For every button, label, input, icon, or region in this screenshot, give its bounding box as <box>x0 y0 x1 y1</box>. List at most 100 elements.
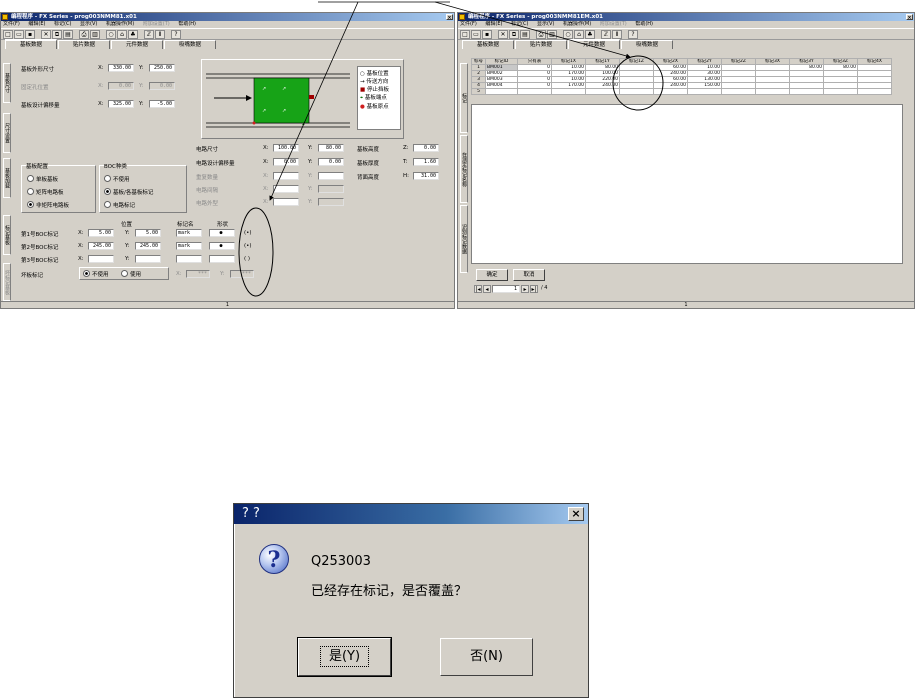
radio-boc-board[interactable]: 基板/各基板标记 <box>104 188 153 196</box>
machine-icon[interactable]: ⌂ <box>574 30 584 39</box>
paste-icon[interactable]: ▤ <box>63 30 73 39</box>
table-cell[interactable] <box>721 88 756 95</box>
radio-matrix-board[interactable]: 矩阵电路板 <box>27 188 64 196</box>
tab-nozzle-data[interactable]: 吸嘴数据 <box>164 40 217 49</box>
table-cell[interactable] <box>653 88 688 95</box>
menu-edit[interactable]: 编辑(E) <box>485 21 502 27</box>
table-row[interactable]: 5 <box>471 88 892 95</box>
board-outline-y-input[interactable]: 250.00 <box>149 64 175 72</box>
yes-button[interactable]: 是(Y) <box>297 637 392 677</box>
mark-row-3-shape[interactable] <box>209 255 235 263</box>
radio-boc-none[interactable]: 不使用 <box>104 175 130 183</box>
print-icon[interactable]: ⎙ <box>536 30 546 39</box>
cancel-button[interactable]: 取消 <box>513 269 545 281</box>
ok-button[interactable]: 确定 <box>476 269 508 281</box>
repeat-y-input[interactable] <box>318 172 344 180</box>
circuit-offset-y-input[interactable]: 0.00 <box>318 158 344 166</box>
tree-icon[interactable]: ♣ <box>128 30 138 39</box>
mark-row-3-y-input[interactable] <box>135 255 161 263</box>
tab-nozzle-data[interactable]: 吸嘴数据 <box>621 40 674 49</box>
open-icon[interactable]: ▭ <box>471 30 481 39</box>
menu-machine[interactable]: 机器操作(M) <box>563 21 591 27</box>
grid-icon[interactable]: Ⅱ <box>612 30 622 39</box>
table-cell[interactable] <box>517 88 552 95</box>
preview-icon[interactable]: ▥ <box>547 30 557 39</box>
circuit-size-y-input[interactable]: 80.00 <box>318 144 344 152</box>
mark-row-2-x-input[interactable]: 245.00 <box>88 242 114 250</box>
bulb-icon[interactable]: ○ <box>563 30 573 39</box>
mark-row-3-option[interactable]: ( ) <box>244 256 250 262</box>
circuit-offset-x-input[interactable]: 0.00 <box>273 158 299 166</box>
board-offset-x-input[interactable]: 325.00 <box>108 100 134 108</box>
tab-placement-data[interactable]: 贴片数据 <box>515 40 568 49</box>
cut-icon[interactable]: ✕ <box>41 30 51 39</box>
radio-single-board[interactable]: 单板基板 <box>27 175 58 183</box>
table-cell[interactable] <box>585 88 620 95</box>
no-button[interactable]: 否(N) <box>440 638 533 676</box>
paste-icon[interactable]: ▤ <box>520 30 530 39</box>
page-input[interactable]: 1 <box>492 285 520 293</box>
vtab-bad-mark-board[interactable]: 坏标记基板 <box>3 263 11 301</box>
menu-machine[interactable]: 机器操作(M) <box>106 21 134 27</box>
pattern-x-input[interactable] <box>273 198 299 206</box>
vtab-mark-board[interactable]: 标记基板 <box>3 215 11 255</box>
mark-row-3-name-input[interactable] <box>176 255 202 263</box>
menu-file[interactable]: 文件(F) <box>460 21 477 27</box>
circuit-size-x-input[interactable]: 100.00 <box>273 144 299 152</box>
mark-row-1-name-input[interactable]: mark <box>176 229 202 237</box>
bulb-icon[interactable]: ○ <box>106 30 116 39</box>
table-cell[interactable] <box>755 88 790 95</box>
table-cell[interactable] <box>789 88 824 95</box>
table-cell[interactable] <box>619 88 654 95</box>
prev-page-icon[interactable]: ◂ <box>483 285 491 293</box>
radio-non-matrix-board[interactable]: 非矩阵电路板 <box>27 201 69 209</box>
mark-row-2-name-input[interactable]: mark <box>176 242 202 250</box>
vtab-size-settings[interactable]: 尺寸设置 <box>3 113 11 153</box>
first-page-icon[interactable]: |◂ <box>474 285 482 293</box>
table-cell[interactable] <box>551 88 586 95</box>
menu-file[interactable]: 文件(F) <box>3 21 20 27</box>
support-height-input[interactable]: 31.00 <box>413 172 439 180</box>
board-height-input[interactable]: 0.00 <box>413 144 439 152</box>
close-icon[interactable]: × <box>906 14 913 21</box>
table-cell[interactable] <box>485 88 518 95</box>
save-icon[interactable]: ▪ <box>25 30 35 39</box>
board-thickness-input[interactable]: 1.60 <box>413 158 439 166</box>
mark-row-1-shape[interactable]: ● <box>209 229 235 237</box>
preview-icon[interactable]: ▥ <box>90 30 100 39</box>
mark-row-2-shape[interactable]: ● <box>209 242 235 250</box>
last-page-icon[interactable]: ▸| <box>530 285 538 293</box>
table-cell[interactable] <box>823 88 858 95</box>
mark-row-2-y-input[interactable]: 245.00 <box>135 242 161 250</box>
save-icon[interactable]: ▪ <box>482 30 492 39</box>
cut-icon[interactable]: ✕ <box>498 30 508 39</box>
next-page-icon[interactable]: ▸ <box>521 285 529 293</box>
table-icon[interactable]: ℤ <box>144 30 154 39</box>
mark-row-1-y-input[interactable]: 5.00 <box>135 229 161 237</box>
open-icon[interactable]: ▭ <box>14 30 24 39</box>
vtab-measure-mark-name[interactable]: 在测定标记名称 <box>460 135 468 203</box>
close-icon[interactable]: × <box>568 507 584 521</box>
tab-part-data[interactable]: 元件数据 <box>568 39 621 49</box>
board-offset-y-input[interactable]: -5.00 <box>149 100 175 108</box>
pitch-x-input[interactable] <box>273 185 299 193</box>
menu-mark[interactable]: 标记(C) <box>511 21 528 27</box>
tab-placement-data[interactable]: 贴片数据 <box>58 40 111 49</box>
menu-view[interactable]: 显示(V) <box>80 21 97 27</box>
radio-bad-mark-used[interactable]: 使用 <box>121 270 141 278</box>
tab-part-data[interactable]: 元件数据 <box>111 40 164 49</box>
radio-bad-mark-unused[interactable]: 不使用 <box>83 270 109 278</box>
mark-row-1-option[interactable]: (•) <box>244 230 252 236</box>
table-icon[interactable]: ℤ <box>601 30 611 39</box>
mark-row-1-x-input[interactable]: 5.00 <box>88 229 114 237</box>
vtab-mark[interactable]: 标记 <box>460 63 468 133</box>
grid-icon[interactable]: Ⅱ <box>155 30 165 39</box>
help-icon[interactable]: ? <box>628 30 638 39</box>
menu-help[interactable]: 帮助(H) <box>178 21 196 27</box>
close-icon[interactable]: × <box>446 14 453 21</box>
menu-help[interactable]: 帮助(H) <box>635 21 653 27</box>
menu-mark[interactable]: 标记(C) <box>54 21 71 27</box>
repeat-x-input[interactable] <box>273 172 299 180</box>
board-outline-x-input[interactable]: 330.00 <box>108 64 134 72</box>
vtab-recognition-mark-data[interactable]: 识别标记数据 <box>460 205 468 273</box>
